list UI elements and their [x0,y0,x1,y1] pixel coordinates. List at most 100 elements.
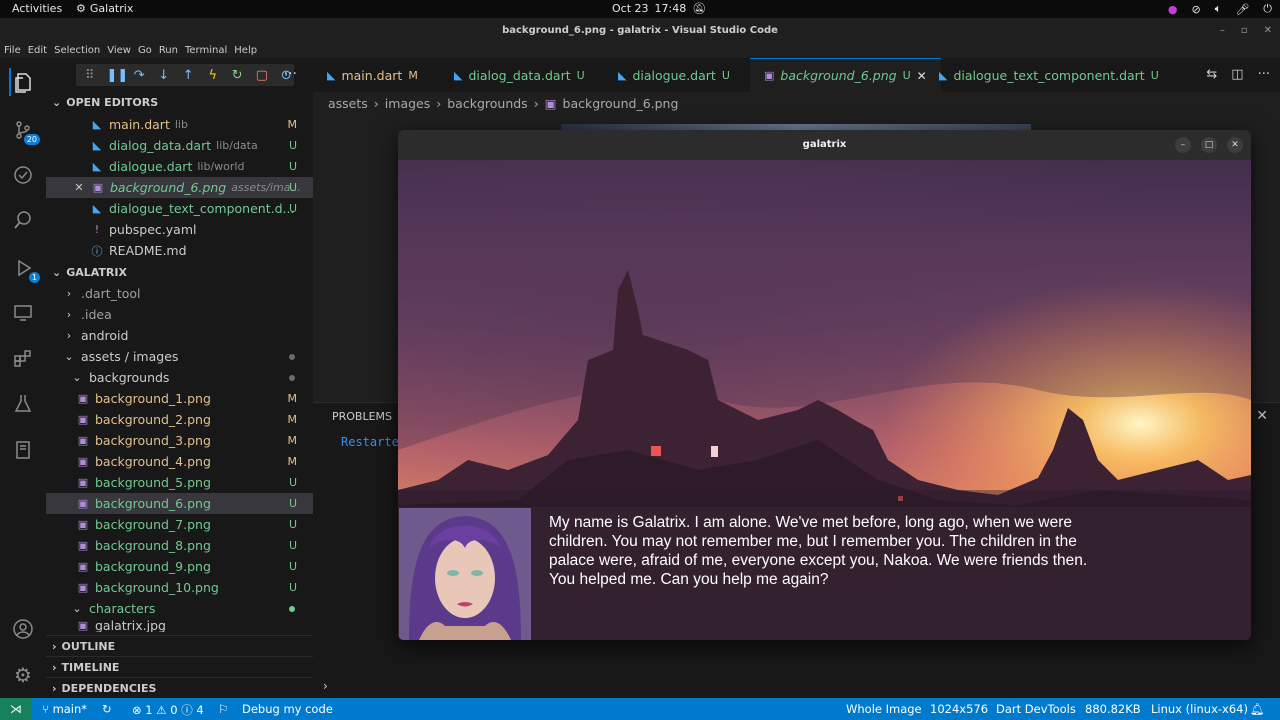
menu-go[interactable]: Go [138,44,152,58]
folder-item[interactable]: › .dart_tool [46,283,313,304]
file-item[interactable]: ▣ background_5.png U [46,472,313,493]
menu-terminal[interactable]: Terminal [185,44,227,58]
folder-item[interactable]: › android [46,325,313,346]
menu-selection[interactable]: Selection [54,44,100,58]
file-name: background_1.png [95,391,211,406]
file-item[interactable]: ▣ background_7.png U [46,514,313,535]
open-editor-item-active[interactable]: ✕ ▣ background_6.png assets/ima... U [46,177,313,198]
open-editor-item[interactable]: ⓘ README.md [46,240,313,261]
breadcrumb-item[interactable]: background_6.png [563,96,679,111]
search-icon[interactable] [9,206,37,234]
timeline-section[interactable]: › TIMELINE [46,656,313,677]
image-file-icon: ▣ [77,392,89,405]
section-title: DEPENDENCIES [61,681,157,695]
menu-file[interactable]: File [4,44,21,58]
open-editor-item[interactable]: ! pubspec.yaml [46,219,313,240]
open-changes-icon[interactable]: ⇆ [1206,67,1217,82]
tab-background-6-png[interactable]: ▣ background_6.png U ✕ [750,58,941,92]
image-zoom-mode[interactable]: Whole Image [846,702,922,716]
tab-problems[interactable]: PROBLEMS [332,410,392,423]
source-control-icon[interactable]: 20 [9,116,40,145]
folder-item[interactable]: ⌄ backgrounds [46,367,313,388]
account-icon[interactable] [9,615,37,643]
open-editors-header[interactable]: ⌄ OPEN EDITORS [46,92,313,112]
game-scene[interactable]: My name is Galatrix. I am alone. We've m… [398,160,1251,640]
file-item[interactable]: ▣ galatrix.jpg [46,619,313,632]
clock[interactable]: Oct 23 17:48 🔕︎ [612,2,706,15]
open-editor-item[interactable]: ◣ main.dart lib M [46,114,313,135]
menu-run[interactable]: Run [159,44,178,58]
file-item[interactable]: ▣ background_3.png M [46,430,313,451]
close-window-button[interactable]: ✕ [1264,18,1272,44]
breadcrumb-item[interactable]: images [385,96,430,111]
file-item-selected[interactable]: ▣ background_6.png U [46,493,313,514]
minimize-button[interactable]: – [1220,18,1225,44]
flask-icon[interactable] [9,389,37,417]
file-item[interactable]: ▣ background_9.png U [46,556,313,577]
tab-dialogue-dart[interactable]: ◣ dialogue.dart U [604,58,744,92]
chevron-right-icon: › [373,95,379,111]
testing-check-icon[interactable] [9,161,37,189]
tab-main-dart[interactable]: ◣ main.dart M [313,58,432,92]
hot-reload-icon[interactable]: ϟ [205,68,221,83]
bell-icon[interactable]: 🔔︎ [1250,702,1265,716]
folder-item[interactable]: ⌄ characters [46,598,313,619]
outline-section[interactable]: › OUTLINE [46,635,313,656]
sync-icon[interactable]: ↻ [102,702,112,716]
step-over-icon[interactable]: ↷ [132,68,148,83]
dart-devtools-button[interactable]: Dart DevTools [996,702,1076,716]
file-item[interactable]: ▣ background_2.png M [46,409,313,430]
run-debug-icon[interactable]: 1 [9,254,40,283]
file-name: background_7.png [95,517,211,532]
file-item[interactable]: ▣ background_10.png U [46,577,313,598]
open-editor-item[interactable]: ◣ dialogue_text_component.d... U [46,198,313,219]
breadcrumb-item[interactable]: backgrounds [447,96,527,111]
extensions-icon[interactable] [9,344,37,372]
maximize-button[interactable]: ▫ [1241,18,1248,44]
step-into-icon[interactable]: ↓ [156,68,172,83]
settings-gear-icon[interactable]: ⚙ [9,661,37,689]
system-tray[interactable]: ● ⊘ 🔈︎ 🎤︎ ⏻ [1168,2,1272,16]
platform-indicator[interactable]: Linux (linux-x64) [1151,702,1248,716]
restart-icon[interactable]: ↻ [230,68,246,83]
stop-icon[interactable]: ▢ [254,68,270,83]
folder-item[interactable]: ⌄ assets / images [46,346,313,367]
warning-count: 0 [170,703,178,717]
game-minimize-button[interactable]: – [1175,137,1191,153]
close-panel-icon[interactable]: ✕ [1256,408,1268,424]
remote-explorer-icon[interactable] [9,299,37,327]
problems-indicator[interactable]: ⊗ 1 ⚠ 0 ⓘ 4 [132,702,204,718]
close-icon[interactable]: ✕ [72,181,86,194]
step-out-icon[interactable]: ↑ [181,68,197,83]
game-maximize-button[interactable]: □ [1201,137,1217,153]
file-item[interactable]: ▣ background_8.png U [46,535,313,556]
open-editor-item[interactable]: ◣ dialog_data.dart lib/data U [46,135,313,156]
more-actions-icon[interactable]: ··· [284,66,297,82]
game-close-button[interactable]: ✕ [1227,137,1243,153]
tab-dialog-data-dart[interactable]: ◣ dialog_data.dart U [440,58,599,92]
pause-icon[interactable]: ❚❚ [107,68,129,83]
open-editor-item[interactable]: ◣ dialogue.dart lib/world U [46,156,313,177]
dependencies-section[interactable]: › DEPENDENCIES [46,677,313,698]
breadcrumb-item[interactable]: assets [328,96,368,111]
file-item[interactable]: ▣ background_1.png M [46,388,313,409]
file-item[interactable]: ▣ background_4.png M [46,451,313,472]
notebook-icon[interactable] [9,436,37,464]
branch-indicator[interactable]: ⑂ main* [42,702,87,716]
drag-handle-icon[interactable]: ⠿ [82,68,98,83]
remote-indicator-icon[interactable]: ⋊ [0,698,32,720]
split-editor-icon[interactable]: ◫ [1231,67,1243,82]
more-actions-icon[interactable]: ··· [1258,67,1270,82]
activities-button[interactable]: Activities [12,2,62,15]
project-header[interactable]: ⌄ GALATRIX [46,262,313,282]
tab-dialogue-text-component-dart[interactable]: ◣ dialogue_text_component.dart U [925,58,1173,92]
menu-view[interactable]: View [107,44,131,58]
menu-help[interactable]: Help [234,44,257,58]
explorer-icon[interactable] [9,68,37,96]
dart-file-icon: ◣ [454,68,463,82]
image-file-icon: ▣ [77,539,89,552]
folder-item[interactable]: › .idea [46,304,313,325]
menu-edit[interactable]: Edit [28,44,47,58]
app-menu[interactable]: ⚙ Galatrix [76,2,133,15]
debug-launch[interactable]: ⚐ Debug my code [218,702,333,716]
